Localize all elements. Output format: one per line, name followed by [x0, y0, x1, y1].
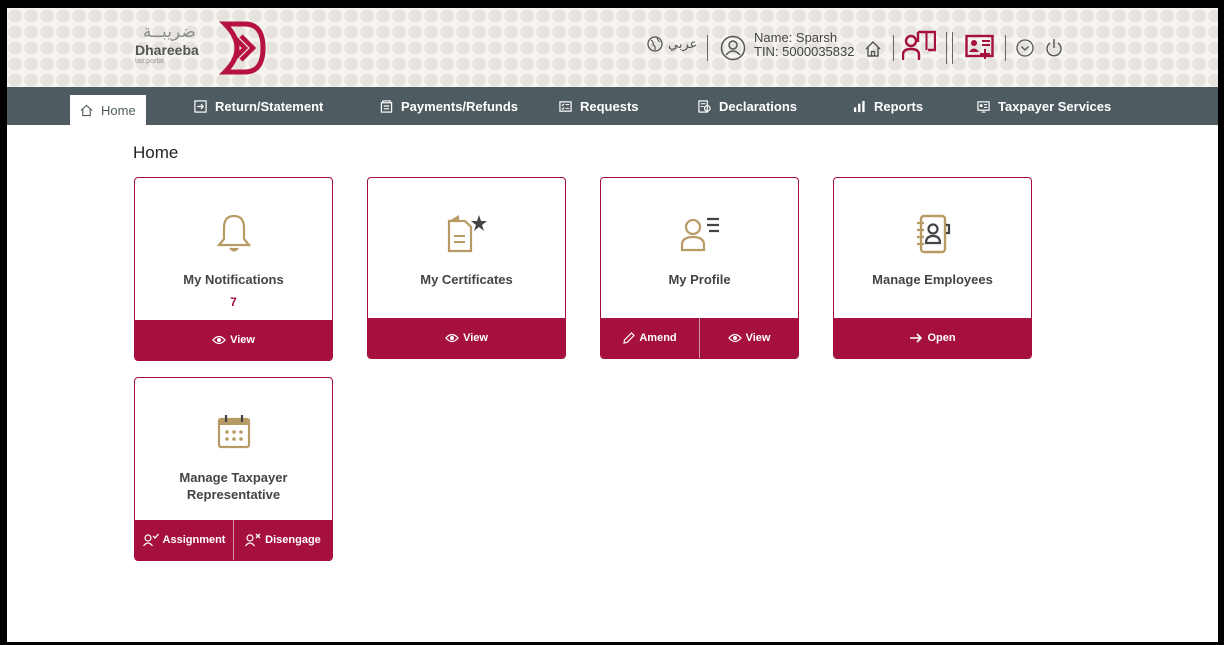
nav-item-requests[interactable]: Requests — [559, 87, 639, 125]
nav-label: Payments/Refunds — [401, 98, 519, 114]
card-actions: View — [135, 320, 332, 360]
eye-icon — [212, 335, 226, 345]
nav-item-return-statement[interactable]: Return/Statement — [194, 87, 323, 125]
header-divider — [707, 35, 708, 61]
action-label: Disengage — [265, 534, 321, 546]
nav-item-taxpayer-services[interactable]: Taxpayer Services — [977, 87, 1111, 125]
globe-icon — [647, 36, 663, 52]
payments-icon — [380, 99, 393, 113]
nav-label: Return/Statement — [215, 98, 324, 114]
card-actions: View — [368, 318, 565, 358]
notification-count-badge: 7 — [230, 295, 237, 309]
arrow-right-icon — [910, 333, 923, 343]
action-label: Open — [927, 332, 956, 344]
id-card-icon[interactable] — [965, 33, 995, 61]
nav-label: Requests — [580, 98, 639, 114]
language-switch[interactable]: عربي — [647, 36, 697, 52]
action-label: Assignment — [162, 534, 226, 546]
action-label: View — [745, 332, 771, 344]
action-label: View — [463, 332, 488, 344]
card-actions: Assignment Disengage — [135, 520, 332, 560]
user-tin: TIN: 5000035832 — [754, 44, 855, 59]
main-nav: Home Return/Statement Payments/Refunds R… — [7, 87, 1218, 125]
card-manage-employees: Manage Employees Open — [833, 177, 1032, 359]
home-icon[interactable] — [864, 40, 882, 58]
taxpayer-switch-icon[interactable] — [902, 30, 936, 64]
logo-name: Dhareeba — [135, 42, 199, 58]
card-icon-area — [601, 213, 798, 253]
eye-icon — [445, 333, 459, 343]
bar-chart-icon — [853, 100, 865, 112]
view-certificates-button[interactable]: View — [368, 318, 565, 358]
nav-item-declarations[interactable]: Declarations — [698, 87, 797, 125]
return-icon — [194, 99, 207, 113]
card-my-certificates: My Certificates View — [367, 177, 566, 359]
logo-subtitle: tax portal — [135, 58, 164, 65]
user-info: Name: Sparsh TIN: 5000035832 — [754, 31, 854, 59]
header-divider — [946, 32, 947, 64]
nav-label: Taxpayer Services — [998, 98, 1112, 114]
chevron-down-circle-icon[interactable] — [1016, 39, 1034, 57]
card-title-line: Representative — [186, 487, 281, 502]
card-title: My Profile — [668, 272, 731, 287]
home-icon — [80, 104, 93, 116]
nav-label: Home — [101, 102, 136, 118]
card-my-profile: My Profile Amend View — [600, 177, 799, 359]
declarations-icon — [698, 99, 711, 113]
page-title: Home — [133, 143, 179, 162]
open-employees-button[interactable]: Open — [834, 318, 1031, 358]
card-title: Manage Taxpayer Representative — [135, 469, 332, 503]
eye-icon — [727, 333, 742, 343]
user-remove-icon — [245, 533, 261, 547]
header: ضريبــة Dhareeba tax portal عربي Name: S… — [7, 8, 1218, 87]
user-avatar-icon[interactable] — [720, 35, 746, 61]
nav-item-home[interactable]: Home — [70, 95, 146, 125]
profile-icon — [680, 217, 719, 252]
power-icon[interactable] — [1045, 38, 1063, 58]
card-title: Manage Employees — [872, 272, 993, 287]
nav-label: Reports — [874, 98, 924, 114]
header-divider — [893, 35, 894, 61]
action-label: View — [230, 334, 255, 346]
services-icon — [977, 100, 990, 113]
action-label: Amend — [639, 332, 677, 344]
dhareeba-logo[interactable]: ضريبــة Dhareeba tax portal — [131, 20, 271, 76]
card-manage-taxpayer-representative: Manage Taxpayer Representative Assignmen… — [134, 377, 333, 561]
requests-icon — [559, 100, 572, 112]
card-icon-area — [135, 213, 332, 253]
card-title-line: Manage Taxpayer — [179, 470, 288, 485]
user-check-icon — [142, 533, 159, 547]
certificate-icon — [447, 215, 487, 253]
bell-icon — [216, 214, 251, 252]
language-label: عربي — [668, 36, 698, 51]
app-window: ضريبــة Dhareeba tax portal عربي Name: S… — [7, 8, 1218, 642]
card-actions: Amend View — [601, 318, 798, 358]
card-icon-area — [135, 413, 332, 449]
logo-arabic-text: ضريبــة — [143, 22, 196, 42]
header-divider — [1005, 35, 1006, 61]
header-divider — [952, 32, 953, 64]
user-name: Name: Sparsh — [754, 30, 838, 45]
assignment-button[interactable]: Assignment — [135, 520, 233, 560]
card-icon-area — [368, 213, 565, 255]
nav-item-payments-refunds[interactable]: Payments/Refunds — [380, 87, 518, 125]
card-icon-area — [834, 213, 1031, 255]
nav-item-reports[interactable]: Reports — [853, 87, 923, 125]
disengage-button[interactable]: Disengage — [233, 520, 332, 560]
card-actions: Open — [834, 318, 1031, 358]
view-profile-button[interactable]: View — [699, 318, 798, 358]
card-title: My Certificates — [420, 272, 513, 287]
pencil-icon — [623, 332, 636, 344]
logo-mark-icon — [219, 21, 266, 75]
card-title: My Notifications — [183, 272, 284, 287]
contact-book-icon — [916, 214, 950, 254]
amend-profile-button[interactable]: Amend — [601, 318, 699, 358]
view-notifications-button[interactable]: View — [135, 320, 332, 360]
calendar-icon — [217, 415, 250, 449]
card-my-notifications: My Notifications 7 View — [134, 177, 333, 361]
nav-label: Declarations — [719, 98, 798, 114]
